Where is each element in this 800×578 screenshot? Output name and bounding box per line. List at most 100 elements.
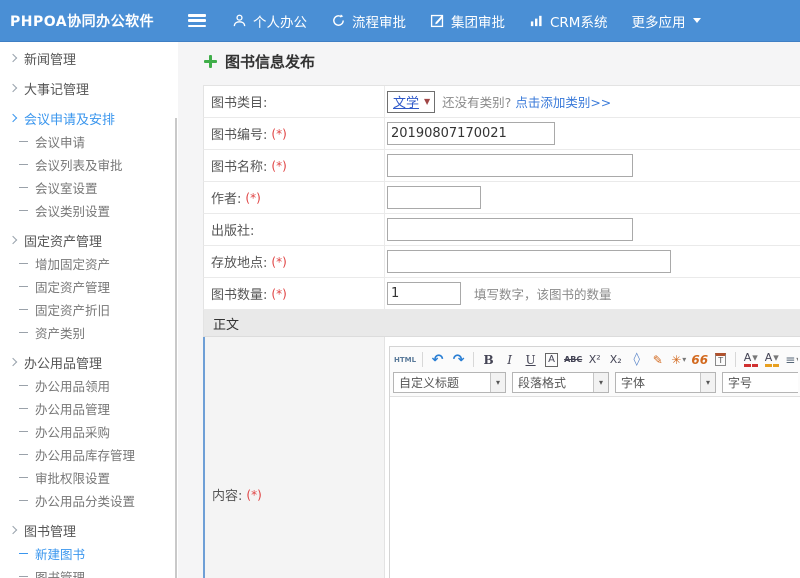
sidebar-subitem[interactable]: 会议列表及审批 bbox=[0, 153, 178, 176]
body-section-title: 正文 bbox=[213, 314, 239, 333]
source-code-icon[interactable]: HTML bbox=[393, 351, 417, 369]
font-color-icon[interactable]: A▾ bbox=[741, 351, 760, 369]
paragraph-select[interactable]: 段落格式▾ bbox=[512, 372, 609, 393]
ordered-list-icon[interactable]: ≡▾ bbox=[783, 351, 798, 369]
editor-content-area[interactable] bbox=[390, 397, 800, 578]
required-mark: (*) bbox=[271, 255, 286, 269]
strikethrough-icon[interactable]: ABC bbox=[563, 351, 583, 369]
redo-icon[interactable]: ↷ bbox=[449, 351, 468, 369]
quantity-label: 图书数量: bbox=[211, 284, 267, 303]
sidebar-subitem[interactable]: 固定资产管理 bbox=[0, 275, 178, 298]
location-input[interactable] bbox=[387, 250, 671, 273]
menu-toggle-icon[interactable] bbox=[188, 14, 206, 27]
sidebar-subitem[interactable]: 审批权限设置 bbox=[0, 466, 178, 489]
char-border-icon[interactable]: A bbox=[542, 351, 561, 369]
sidebar-subitem[interactable]: 会议申请 bbox=[0, 130, 178, 153]
undo-icon[interactable]: ↶ bbox=[428, 351, 447, 369]
process-icon bbox=[331, 13, 346, 28]
sidebar-subitem[interactable]: 会议类别设置 bbox=[0, 199, 178, 222]
nav-item-label: 更多应用 bbox=[631, 11, 685, 31]
superscript-icon[interactable]: X² bbox=[585, 351, 604, 369]
sidebar-subitem[interactable]: 资产类别 bbox=[0, 321, 178, 344]
subscript-icon[interactable]: X₂ bbox=[606, 351, 625, 369]
nav-group-approval[interactable]: 集团审批 bbox=[430, 11, 505, 31]
nav-item-label: 集团审批 bbox=[451, 11, 505, 31]
sidebar-group-item[interactable]: 固定资产管理 bbox=[0, 228, 178, 252]
sidebar-group-label: 会议申请及安排 bbox=[24, 109, 115, 128]
form-row-quantity: 图书数量: (*) 填写数字，该图书的数量 bbox=[203, 278, 800, 310]
dash-icon bbox=[19, 477, 28, 478]
sidebar-group-item[interactable]: 大事记管理 bbox=[0, 76, 178, 100]
form-row-book-name: 图书名称: (*) bbox=[203, 150, 800, 182]
sidebar-group-item[interactable]: 办公用品管理 bbox=[0, 350, 178, 374]
blockquote-icon[interactable]: 66 bbox=[690, 351, 709, 369]
sidebar-subitem[interactable]: 新建图书 bbox=[0, 542, 178, 565]
sidebar-group-item[interactable]: 新闻管理 bbox=[0, 46, 178, 70]
sidebar-group-item[interactable]: 会议申请及安排 bbox=[0, 106, 178, 130]
category-select-value: 文学 bbox=[393, 92, 419, 111]
underline-icon[interactable]: U bbox=[521, 351, 540, 369]
sidebar-subitem[interactable]: 办公用品采购 bbox=[0, 420, 178, 443]
author-input[interactable] bbox=[387, 186, 481, 209]
style-select[interactable]: 自定义标题▾ bbox=[393, 372, 506, 393]
select-arrow-icon: ▼ bbox=[424, 98, 430, 106]
nav-item-label: CRM系统 bbox=[550, 11, 607, 31]
book-name-input[interactable] bbox=[387, 154, 633, 177]
bold-icon[interactable]: B bbox=[479, 351, 498, 369]
sidebar-subitem[interactable]: 增加固定资产 bbox=[0, 252, 178, 275]
quantity-input[interactable] bbox=[387, 282, 461, 305]
publisher-input[interactable] bbox=[387, 218, 633, 241]
sidebar-scrollbar[interactable] bbox=[175, 118, 177, 578]
highlight-color-icon[interactable]: A▾ bbox=[762, 351, 781, 369]
book-publish-form: 图书类目: 文学 ▼ 还没有类别? 点击添加类别>> 图书编号: (*) bbox=[203, 85, 800, 578]
caret-down-icon: ▾ bbox=[700, 373, 715, 392]
nav-more-apps[interactable]: 更多应用 bbox=[631, 11, 701, 31]
category-select[interactable]: 文学 ▼ bbox=[387, 91, 435, 113]
group-separator bbox=[0, 70, 178, 72]
toolbar-separator bbox=[473, 352, 474, 367]
quantity-hint: 填写数字，该图书的数量 bbox=[474, 284, 612, 303]
sidebar-subitem[interactable]: 办公用品管理 bbox=[0, 397, 178, 420]
location-label: 存放地点: bbox=[211, 252, 267, 271]
dash-icon bbox=[19, 187, 28, 188]
autotypeset-icon[interactable]: ✳▾ bbox=[669, 351, 688, 369]
form-row-location: 存放地点: (*) bbox=[203, 246, 800, 278]
book-number-input[interactable] bbox=[387, 122, 555, 145]
nav-personal-office[interactable]: 个人办公 bbox=[232, 11, 307, 31]
sidebar-subitem-label: 固定资产折旧 bbox=[35, 300, 110, 319]
font-family-select[interactable]: 字体▾ bbox=[615, 372, 716, 393]
paste-icon[interactable]: T bbox=[711, 351, 730, 369]
sidebar-subitem-label: 资产类别 bbox=[35, 323, 85, 342]
sidebar-group-label: 新闻管理 bbox=[24, 49, 76, 68]
sidebar-subitem-label: 办公用品采购 bbox=[35, 422, 110, 441]
caret-down-icon: ▾ bbox=[593, 373, 608, 392]
content-label: 内容: bbox=[212, 485, 242, 504]
add-category-link[interactable]: 点击添加类别>> bbox=[515, 92, 611, 111]
sidebar-subitem[interactable]: 办公用品分类设置 bbox=[0, 489, 178, 512]
group-separator bbox=[0, 222, 178, 224]
nav-item-label: 个人办公 bbox=[253, 11, 307, 31]
italic-icon[interactable]: I bbox=[500, 351, 519, 369]
chevron-right-icon bbox=[9, 358, 17, 366]
sidebar-subitem[interactable]: 办公用品库存管理 bbox=[0, 443, 178, 466]
caret-down-icon: ▾ bbox=[752, 352, 758, 367]
content-label-cell: 内容: (*) bbox=[205, 337, 385, 578]
publisher-label: 出版社: bbox=[211, 220, 254, 239]
nav-crm-system[interactable]: CRM系统 bbox=[529, 11, 607, 31]
sidebar-subitem[interactable]: 办公用品领用 bbox=[0, 374, 178, 397]
eraser-icon[interactable]: ◊ bbox=[627, 351, 646, 369]
sidebar-subitem-label: 审批权限设置 bbox=[35, 468, 110, 487]
chart-icon bbox=[529, 13, 544, 28]
sidebar-subitem[interactable]: 图书管理 bbox=[0, 565, 178, 578]
book-name-label: 图书名称: bbox=[211, 156, 267, 175]
sidebar-subitem[interactable]: 固定资产折旧 bbox=[0, 298, 178, 321]
body-section-header: 正文 bbox=[203, 310, 800, 337]
dash-icon bbox=[19, 263, 28, 264]
sidebar-subitem[interactable]: 会议室设置 bbox=[0, 176, 178, 199]
caret-down-icon: ▾ bbox=[682, 355, 686, 364]
format-brush-icon[interactable]: ✎ bbox=[648, 351, 667, 369]
page-title: 图书信息发布 bbox=[225, 51, 315, 72]
sidebar-group-item[interactable]: 图书管理 bbox=[0, 518, 178, 542]
font-size-select[interactable]: 字号▾ bbox=[722, 372, 798, 393]
nav-process-approval[interactable]: 流程审批 bbox=[331, 11, 406, 31]
